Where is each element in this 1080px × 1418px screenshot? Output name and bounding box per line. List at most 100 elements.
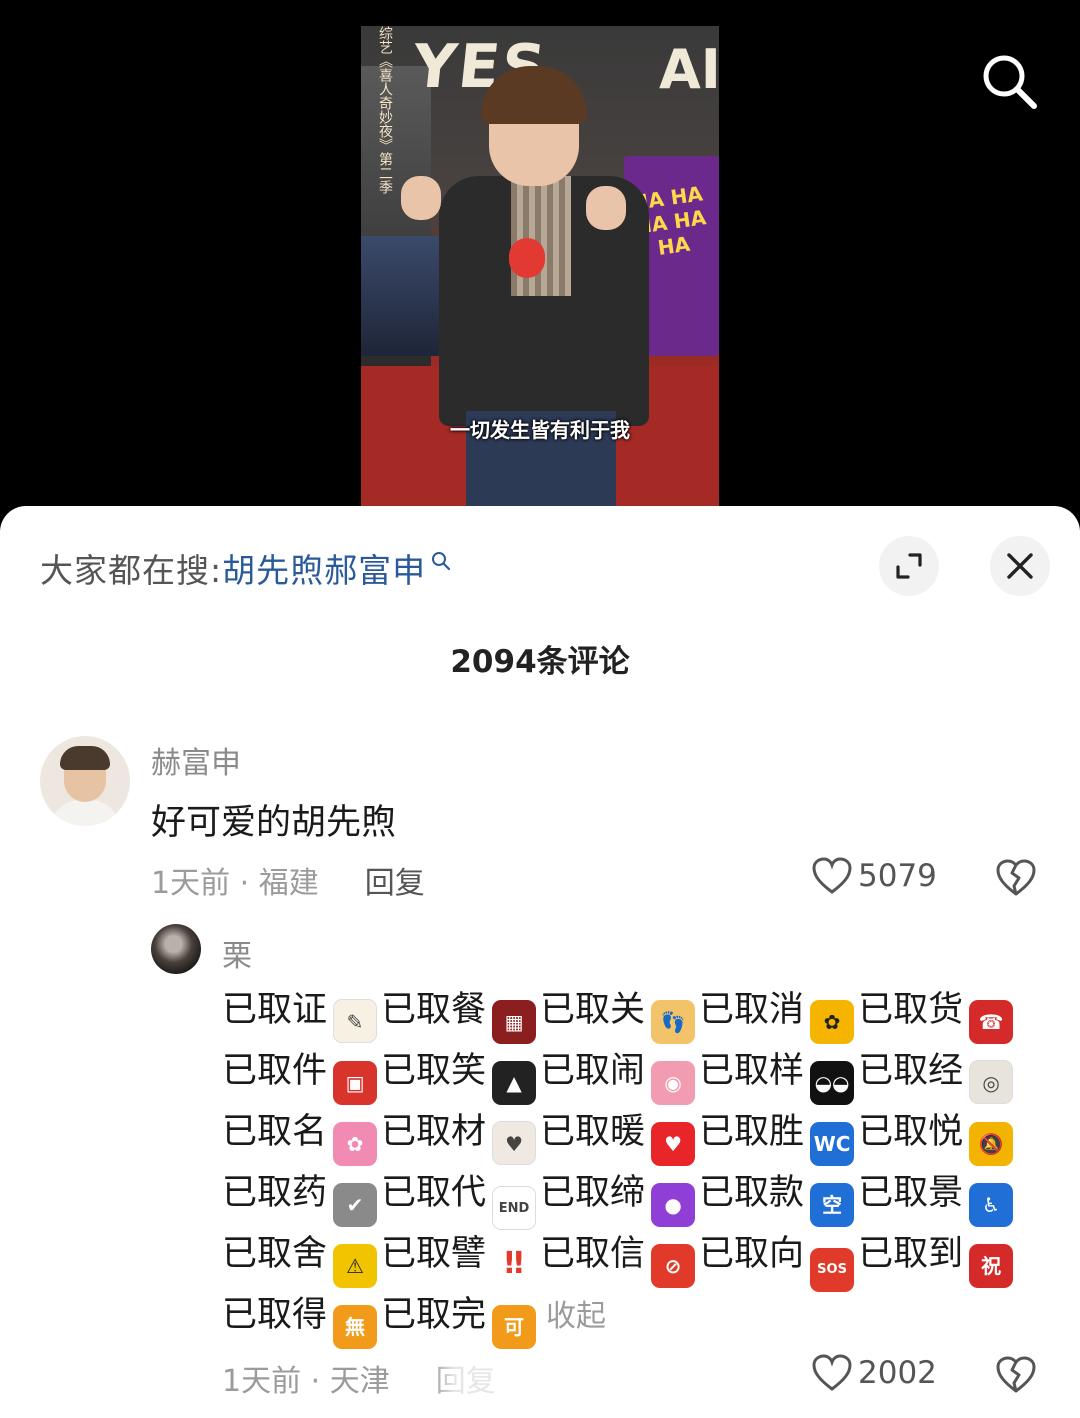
person-fist-right	[586, 186, 626, 230]
reply-segment-text: 已取闹	[540, 1051, 646, 1091]
sos-sign-icon: SOS	[810, 1248, 855, 1292]
reply-segment-text: 已取件	[222, 1051, 328, 1091]
avatar-shirt	[50, 800, 120, 826]
hot-search-keyword[interactable]: 胡先煦郝富申	[222, 544, 426, 592]
reply-text-line: 已取件 ▣ 已取笑 ▲ 已取闹 ◉ 已取样 ◒◒ 已取经 ◎	[222, 1041, 1042, 1105]
memo-icon: ✎	[333, 999, 378, 1043]
plush-toy	[509, 238, 545, 278]
reply-button[interactable]: 回复	[436, 1356, 496, 1400]
show-caption: 综艺《喜人奇妙夜》第二季	[377, 26, 393, 194]
acceptable-sign-icon: 可	[492, 1305, 537, 1349]
broken-heart-icon[interactable]	[996, 858, 1036, 898]
comment-text[interactable]: 好可爱的胡先煦	[151, 794, 396, 845]
reply-segment-text: 已取舍	[222, 1234, 328, 1274]
video-frame[interactable]: YES AI 综艺《喜人奇妙夜》第二季 HA HA HA HA HA 一切发生皆…	[361, 26, 719, 506]
comment-username[interactable]: 赫富申	[151, 738, 241, 782]
sunglasses-icon: ◒◒	[810, 1061, 855, 1105]
reply-segment-text: 已取证	[222, 990, 328, 1030]
reply-meta: 1天前 · 天津 回复	[222, 1356, 496, 1400]
reply-text-line: 已取舍 ⚠ 已取譬 ‼ 已取信 ⊘ 已取向 SOS 已取到祝	[222, 1224, 1042, 1292]
broken-heart-icon[interactable]	[996, 1355, 1036, 1395]
search-icon	[983, 55, 1037, 109]
reply-text-line: 已取药 ✔ 已取代 END 已取缔 ● 已取款空已取景 ♿	[222, 1163, 1042, 1230]
reply-segment-text: 已取货	[858, 990, 964, 1030]
search-icon	[432, 552, 451, 571]
double-exclamation-icon: ‼	[492, 1242, 537, 1286]
free-of-charge-sign-icon: 無	[333, 1305, 378, 1349]
purple-circle-icon: ●	[651, 1183, 696, 1227]
toilet-roll-icon: ◎	[969, 1060, 1014, 1104]
reply-username[interactable]: 栗	[222, 931, 252, 975]
reply-segment-text: 已取代	[381, 1173, 487, 1213]
congratulations-sign-icon: 祝	[969, 1244, 1014, 1288]
brain-icon: ◉	[651, 1061, 696, 1105]
reply-segment-text: 已取悦	[858, 1112, 964, 1152]
reply-segment-text: 已取经	[858, 1051, 964, 1091]
reply-segment-text: 已取餐	[381, 990, 487, 1030]
red-heart-icon: ♥	[651, 1122, 696, 1166]
search-button[interactable]	[978, 50, 1040, 112]
reply-segment-text: 已取关	[540, 990, 646, 1030]
close-icon	[1007, 553, 1033, 579]
heart-icon	[812, 857, 852, 894]
reply-segment-text: 已取到	[858, 1234, 964, 1274]
comment-count: 2094条评论	[450, 644, 630, 680]
reply-segment-text: 已取消	[699, 990, 805, 1030]
collapse-button[interactable]: 收起	[546, 1299, 606, 1334]
bento-box-icon: ▦	[492, 1000, 537, 1044]
reply-text-line: 已取证 ✎ 已取餐 ▦ 已取关 👣 已取消 ✿ 已取货 ☎	[222, 980, 1042, 1044]
like-count: 2002	[858, 1355, 937, 1391]
like-button[interactable]: 2002	[812, 1354, 937, 1392]
reply-segment-text: 已取信	[540, 1234, 646, 1274]
expand-button[interactable]	[879, 536, 939, 596]
warning-sign-icon: ⚠	[333, 1244, 378, 1288]
footprints-icon: 👣	[651, 1000, 696, 1044]
close-button[interactable]	[990, 536, 1050, 596]
reply-segment-text: 已取材	[381, 1112, 487, 1152]
reply-segment-text: 已取完	[381, 1295, 487, 1335]
heart-icon	[812, 1354, 852, 1391]
reply-segment-text: 已取景	[858, 1173, 964, 1213]
reply-segment-text: 已取药	[222, 1173, 328, 1213]
person-fist-left	[401, 176, 441, 220]
backpack-icon: ▣	[333, 1061, 378, 1105]
bell-slash-icon: 🔕	[969, 1122, 1014, 1166]
reply-segment-text: 已取款	[699, 1173, 805, 1213]
comment-sheet: 大家都在搜: 胡先煦郝富申 2094条评论 赫富申 好可爱的胡先煦 1天前 · …	[0, 506, 1080, 1418]
comment-time-location: 1天前 · 福建	[151, 866, 319, 901]
avatar[interactable]	[40, 736, 130, 826]
avatar[interactable]	[151, 924, 201, 974]
comment-meta: 1天前 · 福建 回复	[151, 858, 425, 902]
like-count: 5079	[858, 858, 937, 894]
hot-search-bar[interactable]: 大家都在搜: 胡先煦郝富申	[40, 546, 452, 590]
reply-button[interactable]: 回复	[365, 858, 425, 902]
hot-search-prefix: 大家都在搜:	[40, 551, 223, 590]
reply-segment-text: 已取胜	[699, 1112, 805, 1152]
reply-segment-text: 已取譬	[381, 1234, 487, 1274]
reply-text-line: 已取名 ✿ 已取材 ♥ 已取暖 ♥ 已取胜 WC 已取悦 🔕	[222, 1102, 1042, 1166]
prohibited-sign-icon: ⊘	[651, 1244, 696, 1288]
ribbon-icon: ✿	[333, 1122, 378, 1166]
reply-text[interactable]: 已取证 ✎ 已取餐 ▦ 已取关 👣 已取消 ✿ 已取货 ☎ 已取件 ▣ 已取笑 ▲ 已取闹 ◉ 已取样 ◒◒ 已取经…	[222, 980, 1042, 1349]
reply-segment-text: 已取样	[699, 1051, 805, 1091]
reply-time-location: 1天前 · 天津	[222, 1364, 390, 1399]
love-letter-icon: ♥	[492, 1121, 537, 1165]
reply-segment-text: 已取笑	[381, 1051, 487, 1091]
expand-icon	[896, 553, 922, 579]
reply-segment-text: 已取向	[699, 1234, 805, 1274]
check-box-icon: ✔	[333, 1183, 378, 1227]
graduation-cap-icon: ▲	[492, 1061, 537, 1105]
sunflower-icon: ✿	[810, 1000, 855, 1044]
telephone-icon: ☎	[969, 1000, 1014, 1044]
video-subtitle: 一切发生皆有利于我	[450, 418, 630, 442]
wc-sign-icon: WC	[810, 1122, 855, 1166]
vacancy-sign-icon: 空	[810, 1183, 855, 1227]
like-button[interactable]: 5079	[812, 857, 937, 895]
reply-segment-text: 已取缔	[540, 1173, 646, 1213]
reply-segment-text: 已取得	[222, 1295, 328, 1335]
person-shirt	[511, 176, 571, 296]
video-player[interactable]: YES AI 综艺《喜人奇妙夜》第二季 HA HA HA HA HA 一切发生皆…	[0, 0, 1080, 540]
reply-segment-text: 已取暖	[540, 1112, 646, 1152]
studio-sign-right: AI	[659, 38, 719, 101]
avatar-hair	[60, 746, 110, 770]
